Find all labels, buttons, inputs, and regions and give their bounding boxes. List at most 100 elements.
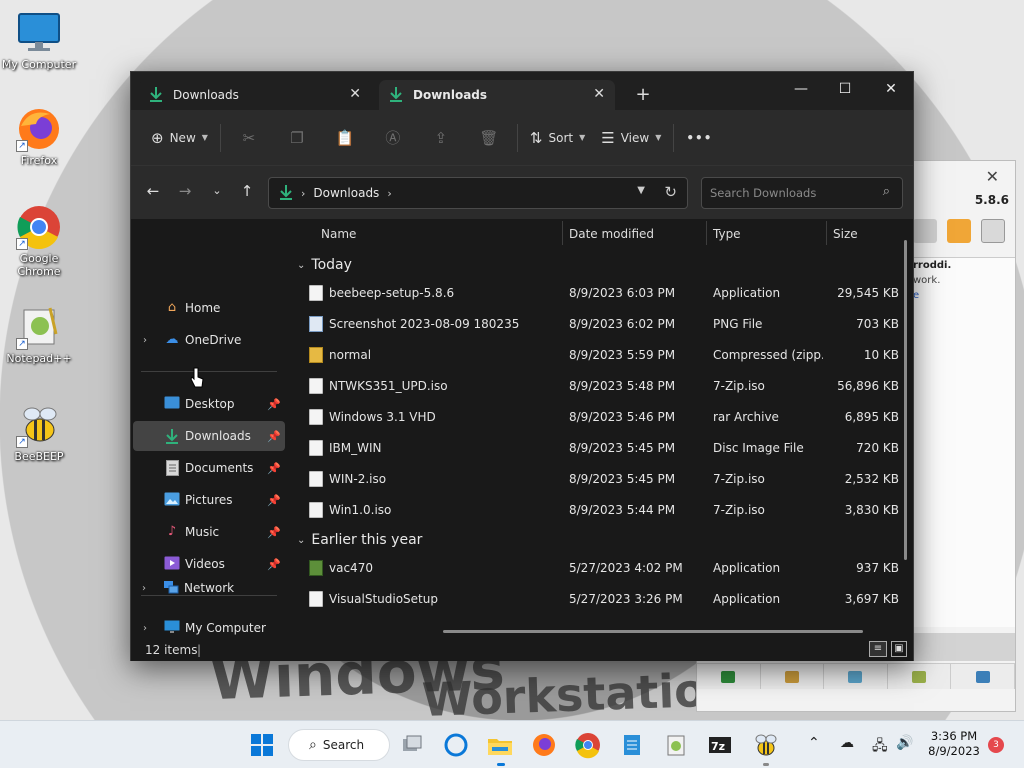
chevron-right-icon[interactable]: › — [143, 623, 147, 634]
chevron-right-icon[interactable]: › — [142, 583, 146, 594]
application-icon — [309, 560, 323, 576]
file-row[interactable]: normal 8/9/2023 5:59 PM Compressed (zipp..… — [289, 341, 899, 369]
column-header-type[interactable]: Type — [713, 227, 741, 247]
nav-item-network[interactable]: › Network — [132, 573, 284, 603]
view-button[interactable]: ☰ View ▼ — [593, 120, 669, 156]
column-divider[interactable] — [706, 221, 707, 245]
desktop-icon-my-computer[interactable]: My Computer — [0, 10, 78, 71]
start-button[interactable] — [248, 731, 276, 759]
back-button[interactable]: ← — [141, 182, 165, 204]
volume-icon[interactable]: 🔊 — [896, 735, 913, 751]
delete-button[interactable]: 🗑 — [465, 120, 513, 156]
group-header-earlier[interactable]: ⌄ Earlier this year — [297, 532, 422, 548]
nav-item-desktop[interactable]: Desktop 📌 — [133, 389, 285, 419]
column-header-date[interactable]: Date modified — [569, 227, 654, 247]
trash-icon[interactable] — [981, 219, 1005, 243]
file-row[interactable]: VisualStudioSetup 5/27/2023 3:26 PM Applic… — [289, 585, 899, 613]
column-divider[interactable] — [826, 221, 827, 245]
bg-tab[interactable] — [888, 664, 952, 689]
chevron-down-icon[interactable]: ▼ — [637, 185, 645, 196]
file-row[interactable]: NTWKS351_UPD.iso 8/9/2023 5:48 PM 7-Zip.is… — [289, 372, 899, 400]
nav-item-home[interactable]: ⌂ Home — [133, 293, 285, 323]
address-bar[interactable]: › Downloads › ▼ ↻ — [268, 177, 688, 209]
close-window-button[interactable]: ✕ — [871, 76, 911, 102]
bg-tab[interactable] — [761, 664, 825, 689]
cloud-offline-icon[interactable]: ☁ — [840, 735, 854, 751]
search-icon[interactable]: ⌕ — [883, 184, 890, 199]
copy-button[interactable]: ❐ — [273, 120, 321, 156]
maximize-button[interactable]: ☐ — [825, 76, 865, 102]
cortana-icon[interactable] — [442, 731, 470, 759]
up-button[interactable]: ↑ — [235, 182, 259, 204]
file-row[interactable]: vac470 5/27/2023 4:02 PM Application 937 KB — [289, 554, 899, 582]
desktop-icon-notepadpp[interactable]: ↗ Notepad++ — [0, 304, 78, 365]
nav-item-downloads[interactable]: Downloads 📌 — [133, 421, 285, 451]
rename-button[interactable]: Ⓐ — [369, 120, 417, 156]
beebeep-taskbar-icon[interactable] — [752, 731, 780, 759]
cut-button[interactable]: ✂ — [225, 120, 273, 156]
firefox-taskbar-icon[interactable] — [530, 731, 558, 759]
file-row[interactable]: Win1.0.iso 8/9/2023 5:44 PM 7-Zip.iso 3,830… — [289, 496, 899, 524]
nav-item-documents[interactable]: Documents 📌 — [133, 453, 285, 483]
clock[interactable]: 3:36 PM 8/9/2023 — [926, 729, 982, 759]
file-row[interactable]: WIN-2.iso 8/9/2023 5:45 PM 7-Zip.iso 2,532 … — [289, 465, 899, 493]
file-type: 7-Zip.iso — [713, 379, 765, 393]
nav-item-music[interactable]: ♪ Music 📌 — [133, 517, 285, 547]
desktop-icon-firefox[interactable]: ↗ Firefox — [0, 106, 78, 167]
divider — [219, 123, 221, 152]
close-tab-icon[interactable]: ✕ — [349, 86, 361, 102]
desktop-icon-beebeep[interactable]: ↗ BeeBEEP — [0, 402, 78, 463]
close-icon[interactable]: ✕ — [986, 167, 999, 186]
bg-window-input-bar — [911, 633, 1015, 661]
new-button[interactable]: ⊕ New ▼ — [143, 120, 216, 156]
nav-item-onedrive[interactable]: › ☁ OneDrive — [133, 325, 285, 355]
horizontal-scrollbar[interactable] — [443, 630, 863, 633]
tool-icon[interactable] — [913, 219, 937, 243]
details-view-icon[interactable]: ≡ — [869, 641, 887, 657]
tab-downloads-2[interactable]: Downloads ✕ — [379, 80, 615, 110]
more-options-button[interactable]: ••• — [678, 120, 720, 156]
notepad-taskbar-icon[interactable] — [618, 731, 646, 759]
bg-tab[interactable] — [697, 664, 761, 689]
chevron-right-icon[interactable]: › — [143, 335, 147, 346]
recent-locations-button[interactable]: ⌄ — [205, 184, 229, 206]
chevron-right-icon[interactable]: › — [387, 187, 391, 200]
taskbar-search-button[interactable]: ⌕ Search — [288, 729, 390, 761]
nav-item-pictures[interactable]: Pictures 📌 — [133, 485, 285, 515]
file-row[interactable]: Windows 3.1 VHD 8/9/2023 5:46 PM rar Archi… — [289, 403, 899, 431]
minimize-button[interactable]: — — [781, 76, 821, 102]
tab-downloads-1[interactable]: Downloads ✕ — [139, 80, 371, 110]
7zip-taskbar-icon[interactable]: 7z — [706, 731, 734, 759]
column-header-name[interactable]: Name — [321, 227, 356, 247]
share-button[interactable]: ⇪ — [417, 120, 465, 156]
notepadpp-taskbar-icon[interactable] — [662, 731, 690, 759]
title-bar[interactable]: Downloads ✕ Downloads ✕ + — ☐ ✕ — [131, 72, 913, 110]
network-status-icon[interactable]: 🖧 — [872, 735, 888, 759]
new-tab-button[interactable]: + — [631, 84, 655, 105]
file-row[interactable]: beebeep-setup-5.8.6 8/9/2023 6:03 PM Appli… — [289, 279, 899, 307]
file-explorer-taskbar-icon[interactable] — [486, 731, 514, 759]
chrome-taskbar-icon[interactable] — [574, 731, 602, 759]
notification-badge[interactable]: 3 — [988, 737, 1004, 753]
forward-button[interactable]: → — [173, 182, 197, 204]
column-divider[interactable] — [562, 221, 563, 245]
breadcrumb-downloads[interactable]: Downloads — [313, 186, 379, 200]
refresh-icon[interactable]: ↻ — [664, 183, 677, 201]
close-tab-icon[interactable]: ✕ — [593, 86, 605, 102]
file-row[interactable]: IBM_WIN 8/9/2023 5:45 PM Disc Image File 72… — [289, 434, 899, 462]
desktop-icon-chrome[interactable]: ↗ Google Chrome — [0, 204, 78, 278]
bg-tab[interactable] — [824, 664, 888, 689]
sort-button[interactable]: ⇅ Sort ▼ — [522, 120, 593, 156]
group-header-today[interactable]: ⌄ Today — [297, 257, 352, 273]
chevron-up-icon[interactable]: ⌃ — [808, 735, 820, 751]
task-view-icon[interactable] — [398, 731, 426, 759]
paste-button[interactable]: 📋 — [321, 120, 369, 156]
upload-icon[interactable] — [947, 219, 971, 243]
tiles-view-icon[interactable]: ▣ — [891, 641, 907, 657]
bg-tab[interactable] — [951, 664, 1015, 689]
search-box[interactable]: ⌕ — [701, 177, 903, 209]
file-row[interactable]: Screenshot 2023-08-09 180235 8/9/2023 6:0… — [289, 310, 899, 338]
search-input[interactable] — [710, 184, 870, 202]
vertical-scrollbar[interactable] — [904, 240, 907, 560]
column-header-size[interactable]: Size — [833, 227, 858, 247]
